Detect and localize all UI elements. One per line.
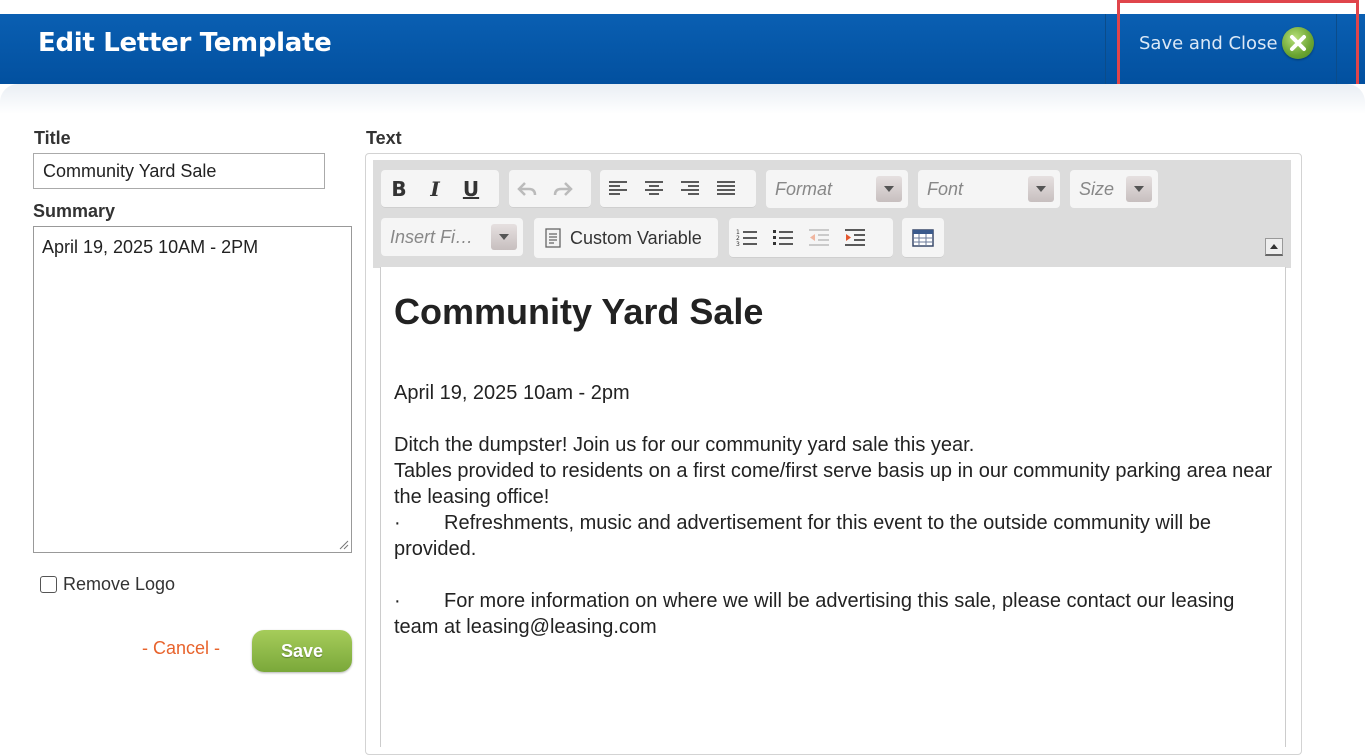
insert-field-placeholder: Insert Fi… xyxy=(390,226,474,247)
align-right-icon[interactable] xyxy=(672,170,708,208)
letter-heading: Community Yard Sale xyxy=(394,291,764,332)
underline-icon[interactable]: U xyxy=(453,170,489,208)
history-group xyxy=(509,170,591,208)
text-style-group: B I U xyxy=(381,170,499,208)
letter-bullet-1: · Refreshments, music and advertisement f… xyxy=(394,510,1274,562)
bold-icon[interactable]: B xyxy=(381,170,417,208)
bulleted-list-icon[interactable] xyxy=(765,219,801,257)
title-label: Title xyxy=(34,128,71,148)
format-dropdown[interactable]: Format xyxy=(766,170,908,208)
custom-variable-button[interactable]: Custom Variable xyxy=(534,218,718,258)
insert-field-dropdown[interactable]: Insert Fi… xyxy=(381,218,523,256)
align-left-icon[interactable] xyxy=(600,170,636,208)
list-group: 123 xyxy=(729,218,893,258)
redo-icon[interactable] xyxy=(545,170,581,208)
document-icon xyxy=(545,228,561,248)
chevron-down-icon[interactable] xyxy=(491,224,517,250)
custom-variable-label: Custom Variable xyxy=(570,227,702,248)
table-group xyxy=(902,218,944,258)
remove-logo-option[interactable]: Remove Logo xyxy=(40,574,175,595)
cancel-link[interactable]: - Cancel - xyxy=(142,638,220,659)
summary-textarea[interactable]: April 19, 2025 10AM - 2PM xyxy=(33,226,352,553)
format-placeholder: Format xyxy=(775,178,833,199)
bullet-char: · xyxy=(394,590,401,612)
justify-icon[interactable] xyxy=(708,170,744,208)
letter-date: April 19, 2025 10am - 2pm xyxy=(394,382,630,404)
letter-bullet-2: · For more information on where we will b… xyxy=(394,588,1274,640)
body-top-shade xyxy=(0,84,1365,114)
font-dropdown[interactable]: Font xyxy=(918,170,1060,208)
alignment-group xyxy=(600,170,756,208)
undo-icon[interactable] xyxy=(509,170,545,208)
collapse-toolbar-button[interactable] xyxy=(1265,238,1283,256)
text-label: Text xyxy=(366,128,402,148)
indent-icon[interactable] xyxy=(837,219,873,257)
remove-logo-checkbox[interactable] xyxy=(40,576,57,593)
save-button[interactable]: Save xyxy=(252,630,352,672)
chevron-down-icon[interactable] xyxy=(876,176,902,202)
size-placeholder: Size xyxy=(1079,178,1115,199)
letter-paragraph-2: Tables provided to residents on a first … xyxy=(394,460,1273,508)
italic-icon[interactable]: I xyxy=(417,170,453,208)
outdent-icon[interactable] xyxy=(801,219,837,257)
table-icon[interactable] xyxy=(905,219,941,257)
remove-logo-label: Remove Logo xyxy=(63,574,176,594)
font-placeholder: Font xyxy=(927,178,964,199)
title-input[interactable] xyxy=(33,153,325,189)
chevron-down-icon[interactable] xyxy=(1126,176,1152,202)
page-title: Edit Letter Template xyxy=(38,28,332,58)
chevron-down-icon[interactable] xyxy=(1028,176,1054,202)
numbered-list-icon[interactable]: 123 xyxy=(729,219,765,257)
bullet-char: · xyxy=(394,512,401,534)
bullet-2-text: For more information on where we will be… xyxy=(394,590,1235,638)
bullet-1-text: Refreshments, music and advertisement fo… xyxy=(394,512,1212,560)
svg-text:3: 3 xyxy=(736,241,740,248)
summary-label: Summary xyxy=(33,201,116,221)
letter-paragraph-1: Ditch the dumpster! Join us for our comm… xyxy=(394,434,975,456)
resize-grip-icon[interactable] xyxy=(338,539,349,550)
editor-content[interactable]: Community Yard Sale April 19, 2025 10am … xyxy=(394,286,1274,640)
size-dropdown[interactable]: Size xyxy=(1070,170,1158,208)
align-center-icon[interactable] xyxy=(636,170,672,208)
